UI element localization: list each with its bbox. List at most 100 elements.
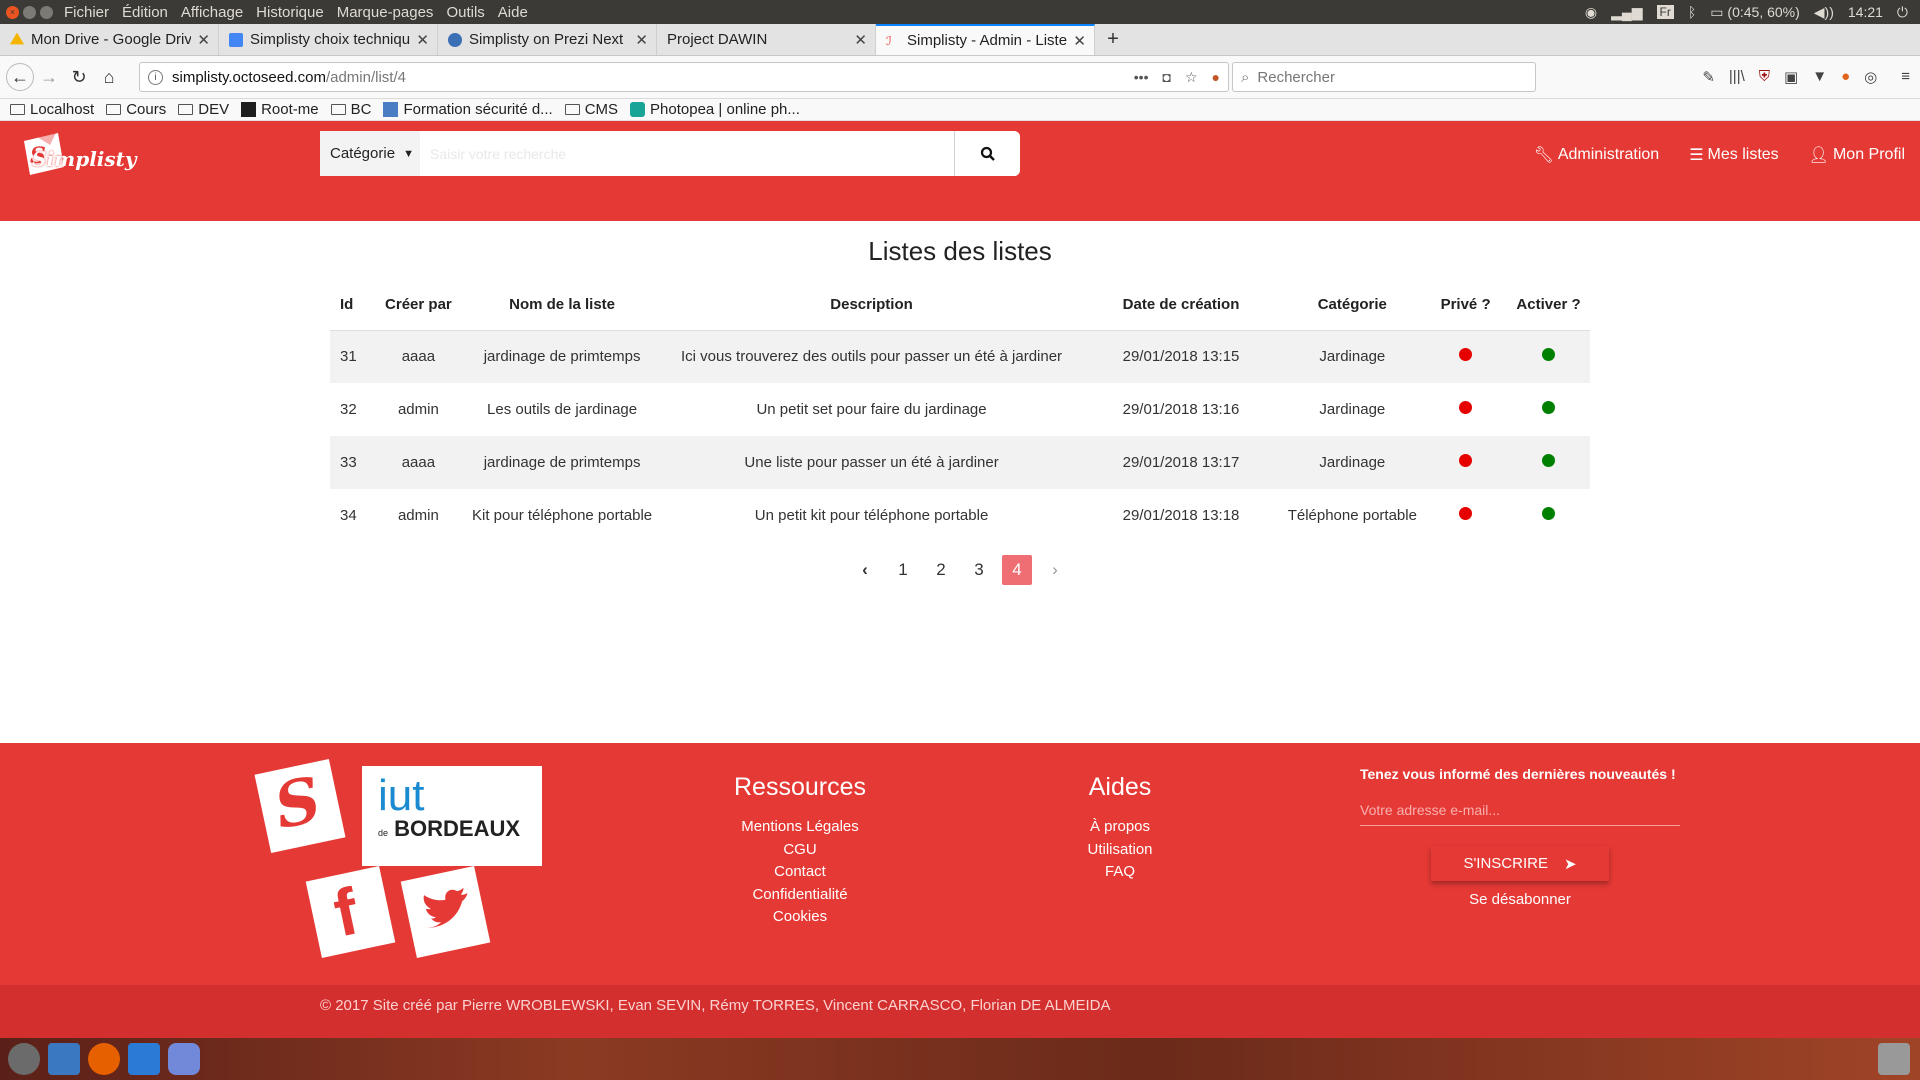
table-row[interactable]: 34 admin Kit pour téléphone portable Un …	[330, 489, 1590, 542]
active-status-dot[interactable]	[1542, 348, 1556, 362]
active-status-dot[interactable]	[1542, 401, 1556, 414]
menu-fichier[interactable]: Fichier	[64, 4, 109, 21]
close-tab-icon[interactable]: ✕	[197, 31, 210, 49]
category-select[interactable]: Catégorie ▼	[320, 131, 420, 176]
nav-administration[interactable]: 🔧︎ Administration	[1534, 145, 1660, 165]
prev-page-chevron-icon[interactable]: ‹	[850, 555, 880, 585]
nav-mes-listes[interactable]: ☰ Mes listes	[1689, 145, 1778, 165]
col-creation-date[interactable]: Date de création	[1081, 280, 1281, 331]
page-4-current[interactable]: 4	[1002, 555, 1032, 585]
col-category[interactable]: Catégorie	[1280, 280, 1425, 331]
bookmark-photopea[interactable]: Photopea | online ph...	[630, 101, 800, 118]
reload-button[interactable]: ↻	[64, 67, 94, 88]
bookmark-cms[interactable]: CMS	[564, 101, 618, 118]
link-confidentialite[interactable]: Confidentialité	[700, 884, 900, 907]
private-status-dot[interactable]	[1459, 507, 1473, 520]
discord-tray-icon[interactable]: ◉	[1585, 4, 1597, 21]
facebook-icon[interactable]: f	[305, 866, 396, 958]
bookmark-cours[interactable]: Cours	[106, 101, 166, 118]
link-faq[interactable]: FAQ	[1020, 861, 1220, 884]
home-button[interactable]: ⌂	[94, 67, 124, 88]
site-search-input[interactable]	[420, 131, 954, 176]
new-tab-button[interactable]: +	[1095, 24, 1131, 55]
close-tab-icon[interactable]: ✕	[1073, 32, 1086, 50]
signal-icon[interactable]: ▂▄▆	[1611, 4, 1642, 21]
bookmark-root-me[interactable]: Root-me	[241, 101, 319, 118]
battery-indicator[interactable]: ▭ (0:45, 60%)	[1710, 4, 1800, 21]
bookmark-dev[interactable]: DEV	[178, 101, 229, 118]
tab-simplisty-admin[interactable]: ℐ Simplisty - Admin - Listes ✕	[876, 24, 1095, 55]
bookmark-star-icon[interactable]: ☆	[1185, 69, 1198, 86]
url-bar[interactable]: i simplisty.octoseed.com /admin/list/4 •…	[139, 62, 1229, 92]
bluetooth-icon[interactable]: ᛒ	[1688, 4, 1696, 20]
tab-prezi[interactable]: Simplisty on Prezi Next ✕	[438, 24, 657, 55]
workspace-switcher-icon[interactable]	[48, 1043, 80, 1075]
link-a-propos[interactable]: À propos	[1020, 816, 1220, 839]
simplisty-logo[interactable]: S Simplisty	[20, 133, 137, 193]
keyboard-layout-indicator[interactable]: Fr	[1656, 5, 1674, 19]
tools-wrench-icon[interactable]: ✎	[1702, 68, 1715, 86]
power-icon[interactable]: ⏻	[1897, 4, 1908, 21]
window-maximize-button[interactable]	[40, 5, 53, 19]
active-status-dot[interactable]	[1542, 454, 1556, 467]
twitter-icon[interactable]	[400, 866, 491, 958]
col-list-name[interactable]: Nom de la liste	[462, 280, 662, 331]
forward-button[interactable]: →	[34, 67, 64, 88]
ubuntu-logo-icon[interactable]	[8, 1043, 40, 1075]
library-icon[interactable]: |||\	[1729, 68, 1745, 86]
sidebar-icon[interactable]: ▣	[1784, 68, 1798, 86]
col-id[interactable]: Id	[330, 280, 375, 331]
page-3[interactable]: 3	[964, 555, 994, 585]
col-private[interactable]: Privé ?	[1424, 280, 1508, 331]
discord-icon[interactable]	[168, 1043, 200, 1075]
page-actions-icon[interactable]: •••	[1134, 69, 1149, 86]
private-status-dot[interactable]	[1459, 348, 1473, 362]
vpn-icon[interactable]: ▼	[1812, 68, 1827, 86]
browser-search-box[interactable]: ⌕ Rechercher	[1232, 62, 1536, 92]
table-row[interactable]: 31 aaaa jardinage de primtemps Ici vous …	[330, 330, 1590, 383]
close-tab-icon[interactable]: ✕	[416, 31, 429, 49]
unsubscribe-link[interactable]: Se désabonner	[1360, 891, 1680, 908]
addon-icon[interactable]: ◎	[1864, 68, 1877, 86]
col-created-by[interactable]: Créer par	[374, 280, 463, 331]
link-cgu[interactable]: CGU	[700, 839, 900, 862]
clock[interactable]: 14:21	[1848, 4, 1883, 20]
menu-edition[interactable]: Édition	[122, 4, 168, 21]
trash-icon[interactable]	[1878, 1043, 1910, 1075]
menu-aide[interactable]: Aide	[498, 4, 528, 21]
menu-outils[interactable]: Outils	[446, 4, 484, 21]
table-row[interactable]: 32 admin Les outils de jardinage Un peti…	[330, 383, 1590, 436]
iut-bordeaux-logo[interactable]: iut de BORDEAUX	[362, 766, 542, 866]
volume-icon[interactable]: ◀))	[1814, 4, 1834, 21]
site-search-button[interactable]	[954, 131, 1020, 176]
home-folder-icon[interactable]	[128, 1043, 160, 1075]
window-minimize-button[interactable]	[23, 5, 36, 19]
bookmark-formation-securite[interactable]: Formation sécurité d...	[383, 101, 553, 118]
newsletter-email-input[interactable]	[1360, 794, 1680, 826]
table-row[interactable]: 33 aaaa jardinage de primtemps Une liste…	[330, 436, 1590, 489]
menu-historique[interactable]: Historique	[256, 4, 324, 21]
col-description[interactable]: Description	[661, 280, 1082, 331]
col-active[interactable]: Activer ?	[1507, 280, 1590, 331]
tab-google-drive[interactable]: Mon Drive - Google Driv ✕	[0, 24, 219, 55]
firebug-icon[interactable]: ●	[1841, 68, 1850, 86]
firefox-icon[interactable]	[88, 1043, 120, 1075]
nav-mon-profil[interactable]: 👤︎ Mon Profil	[1809, 145, 1905, 165]
link-mentions-legales[interactable]: Mentions Légales	[700, 816, 900, 839]
active-status-dot[interactable]	[1542, 507, 1556, 520]
pocket-icon[interactable]: ◘	[1163, 69, 1171, 86]
ublock-icon[interactable]: ⛨	[1759, 68, 1770, 86]
site-info-icon[interactable]: i	[148, 69, 163, 85]
page-1[interactable]: 1	[888, 555, 918, 585]
hamburger-menu-icon[interactable]: ≡	[1901, 68, 1910, 86]
next-page-chevron-icon[interactable]: ›	[1040, 555, 1070, 585]
close-tab-icon[interactable]: ✕	[854, 31, 867, 49]
window-close-button[interactable]: ×	[6, 5, 19, 19]
tab-choix-techniques[interactable]: Simplisty choix techniqu ✕	[219, 24, 438, 55]
menu-affichage[interactable]: Affichage	[181, 4, 243, 21]
link-contact[interactable]: Contact	[700, 861, 900, 884]
page-2[interactable]: 2	[926, 555, 956, 585]
bookmark-localhost[interactable]: Localhost	[10, 101, 94, 118]
subscribe-button[interactable]: S'INSCRIRE ➤	[1431, 846, 1609, 881]
link-cookies[interactable]: Cookies	[700, 906, 900, 929]
